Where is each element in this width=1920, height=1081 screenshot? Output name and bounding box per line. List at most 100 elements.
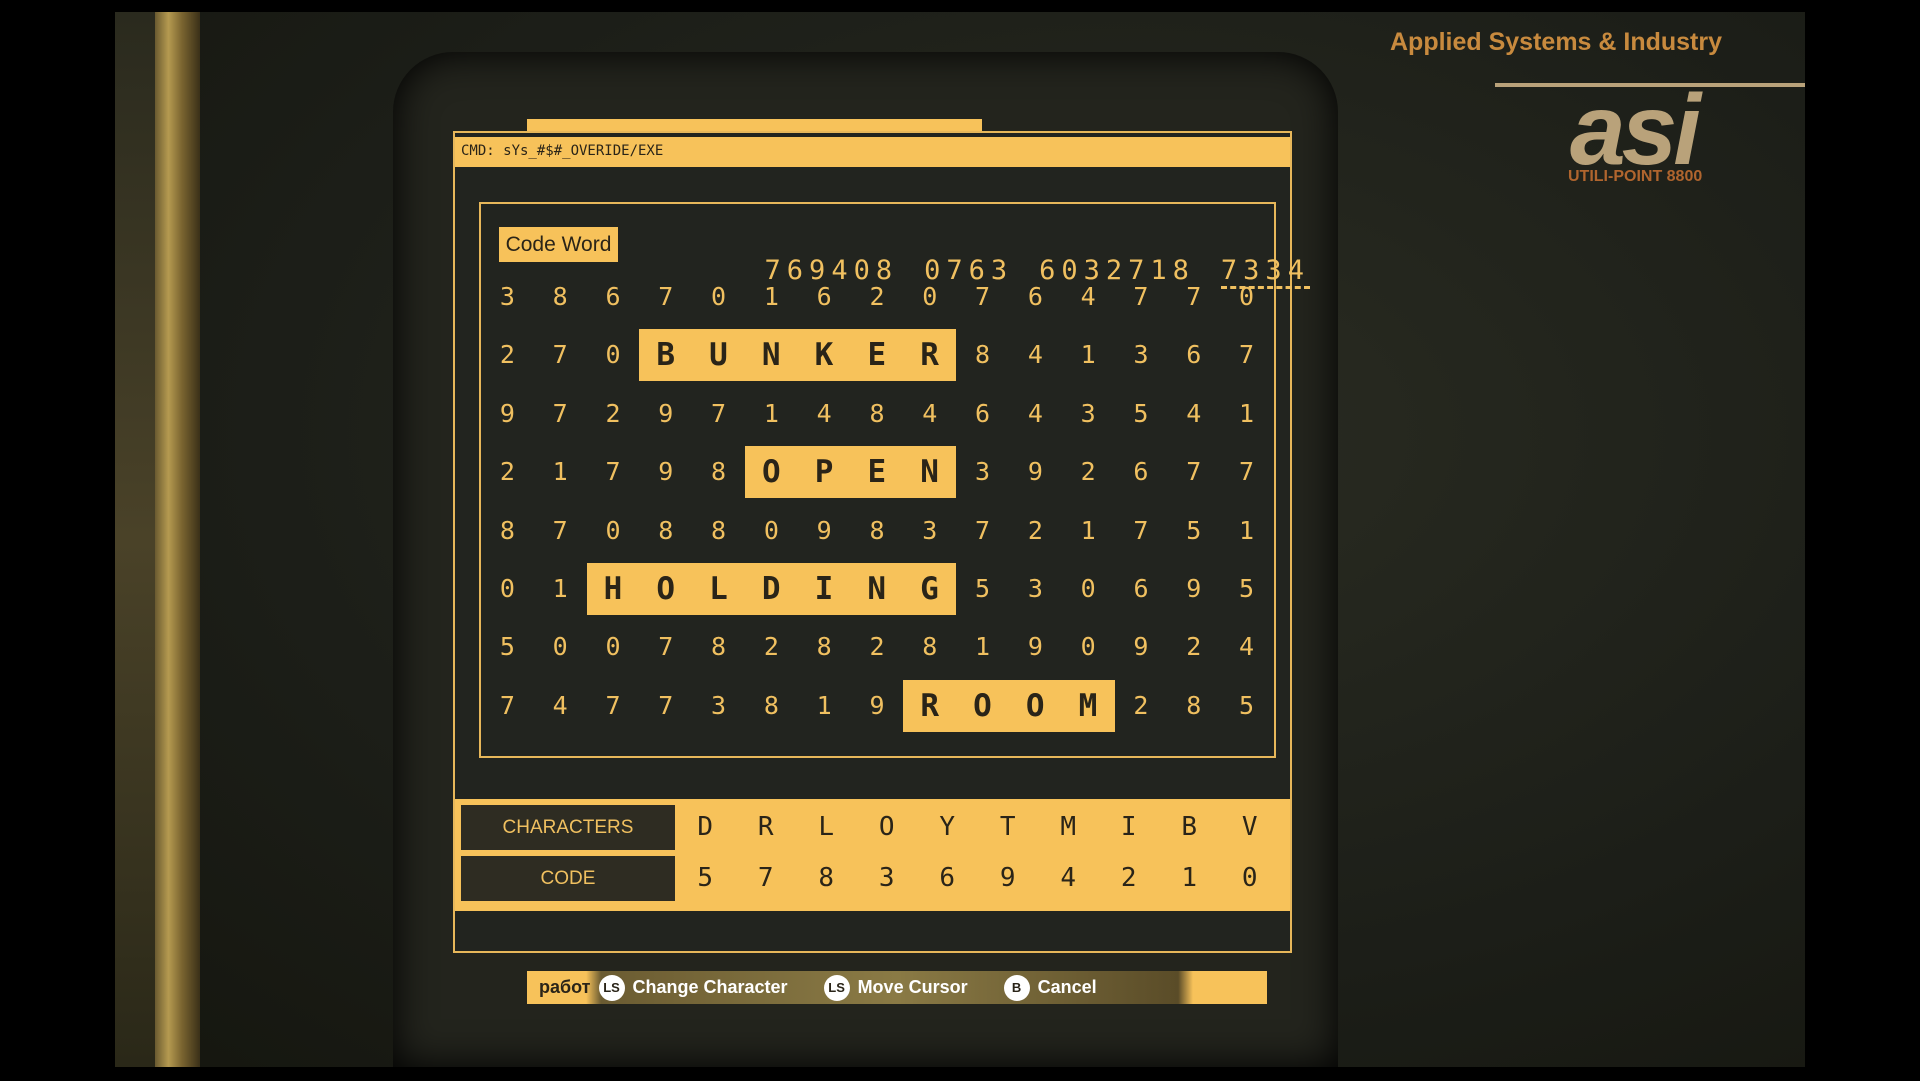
grid-digit: 9 (1027, 457, 1043, 487)
grid-digit: 0 (499, 574, 515, 603)
grid-digit: 7 (711, 398, 727, 428)
grid-digit: 1 (816, 690, 832, 720)
character-cell: I (1120, 812, 1137, 842)
code-cell: 1 (1181, 863, 1198, 893)
grid-row: 2 7 0 BUNKER 8 4 1 3 6 7 (481, 329, 1273, 382)
grid-digit: 7 (552, 340, 568, 370)
grid-digit: 8 (552, 282, 568, 311)
grid-digit: 6 (1133, 457, 1149, 487)
characters-label: CHARACTERS (461, 805, 675, 850)
grid-digit: 2 (1027, 515, 1043, 545)
grid-digit: 7 (1186, 457, 1202, 487)
hint-label: Move Cursor (857, 977, 968, 997)
code-label: CODE (461, 856, 675, 901)
cipher-key-table: CHARACTERS D R L O Y T M I B V CODE 5 7 8 3 6 9 4 2 1 0 (455, 799, 1290, 911)
command-bar: CMD: sYs_#$#_OVERIDE/EXE (455, 137, 1290, 167)
grid-row: 0 1 HOLDING 5 3 0 6 9 5 (481, 563, 1273, 615)
background-machinery (115, 12, 155, 1067)
grid-digit: 1 (1239, 515, 1255, 545)
grid-digit: 1 (1080, 515, 1096, 545)
character-cell: D (697, 812, 714, 842)
grid-row: 2 1 7 9 8 OPEN 3 9 2 6 7 7 (481, 446, 1273, 499)
highlighted-word: ROOM (903, 679, 1115, 732)
grid-digit: 7 (552, 515, 568, 545)
grid-digit: 7 (1239, 457, 1255, 487)
grid-digit: 7 (1239, 340, 1255, 370)
grid-digit: 3 (1133, 340, 1149, 370)
grid-digit: 9 (658, 398, 674, 428)
brass-pillar (155, 12, 200, 1067)
code-grid-box: Code Word 769408 0763 6032718 7334 38670162… (479, 202, 1310, 758)
controls-legend: работ LS Change Character LS Move Cursor B… (527, 971, 1267, 1004)
grid-row: 8 7 0 8 8 0 9 8 3 7 2 1 7 5 1 (481, 505, 1273, 557)
code-cell: 8 (818, 863, 835, 893)
grid-digit: 4 (552, 690, 568, 720)
grid-digit: 8 (499, 515, 515, 545)
grid-digit: 2 (499, 340, 515, 370)
grid-row: 5 0 0 7 8 2 8 2 8 1 9 0 9 2 4 (481, 621, 1273, 673)
grid-digit: 8 (869, 515, 885, 545)
grid-digit: 4 (922, 398, 938, 428)
grid-digit: 1 (1080, 340, 1096, 370)
grid-digit: 7 (499, 690, 515, 720)
character-cell: M (1060, 812, 1077, 842)
grid-digit: 1 (552, 457, 568, 487)
grid-digit: 8 (1186, 690, 1202, 720)
terminal-tab (527, 119, 982, 131)
grid-digit: 8 (711, 632, 727, 662)
code-cell: 9 (999, 863, 1016, 893)
grid-digit: 6 (1133, 574, 1149, 603)
grid-digit: 6 (605, 282, 621, 311)
character-cell: B (1181, 812, 1198, 842)
hint-label: Cancel (1037, 977, 1097, 997)
grid-digit: 7 (975, 515, 991, 545)
grid-digit: 7 (975, 282, 991, 311)
code-cell: 0 (1241, 863, 1258, 893)
grid-digit: 5 (1239, 574, 1255, 603)
left-stick-leftright-icon: LS (823, 974, 850, 1001)
grid-digit: 9 (1133, 632, 1149, 662)
grid-digit: 1 (763, 282, 779, 311)
b-button-icon: B (1003, 974, 1030, 1001)
grid-digit: 5 (1133, 398, 1149, 428)
move-cursor-hint[interactable]: LS Move Cursor (823, 974, 968, 1001)
grid-digit: 9 (869, 690, 885, 720)
character-cell: V (1241, 812, 1258, 842)
grid-digit: 8 (816, 632, 832, 662)
hint-label: Change Character (632, 977, 788, 997)
grid-digit: 7 (658, 690, 674, 720)
grid-digit: 0 (922, 282, 938, 311)
left-stick-updown-icon: LS (598, 974, 625, 1001)
grid-digit: 2 (869, 632, 885, 662)
grid-digit: 0 (605, 632, 621, 662)
grid-digit: 4 (1027, 340, 1043, 370)
grid-digit: 3 (922, 515, 938, 545)
grid-digit: 3 (1027, 574, 1043, 603)
grid-digit: 9 (816, 515, 832, 545)
change-character-hint[interactable]: LS Change Character (598, 974, 788, 1001)
grid-digit: 0 (605, 340, 621, 370)
character-cell: L (818, 812, 835, 842)
cancel-hint[interactable]: B Cancel (1003, 974, 1097, 1001)
code-cell: 7 (757, 863, 774, 893)
grid-digit: 7 (1133, 282, 1149, 311)
grid-digit: 2 (1133, 690, 1149, 720)
grid-digit: 3 (711, 690, 727, 720)
character-cell: Y (939, 812, 956, 842)
grid-digit: 4 (1239, 632, 1255, 662)
grid-digit: 6 (1186, 340, 1202, 370)
grid-digit: 0 (605, 515, 621, 545)
grid-digit: 2 (1080, 457, 1096, 487)
code-cell: 6 (939, 863, 956, 893)
grid-digit: 2 (1186, 632, 1202, 662)
grid-digit: 8 (922, 632, 938, 662)
grid-digit: 0 (552, 632, 568, 662)
grid-digit: 9 (1027, 632, 1043, 662)
highlighted-word: HOLDING (586, 563, 957, 615)
grid-digit: 7 (658, 282, 674, 311)
grid-digit: 4 (1027, 398, 1043, 428)
grid-digit: 0 (1239, 282, 1255, 311)
code-cell: 2 (1120, 863, 1137, 893)
grid-row: 3 8 6 7 0 1 6 2 0 7 6 4 7 7 0 (481, 271, 1273, 323)
grid-digit: 8 (763, 690, 779, 720)
